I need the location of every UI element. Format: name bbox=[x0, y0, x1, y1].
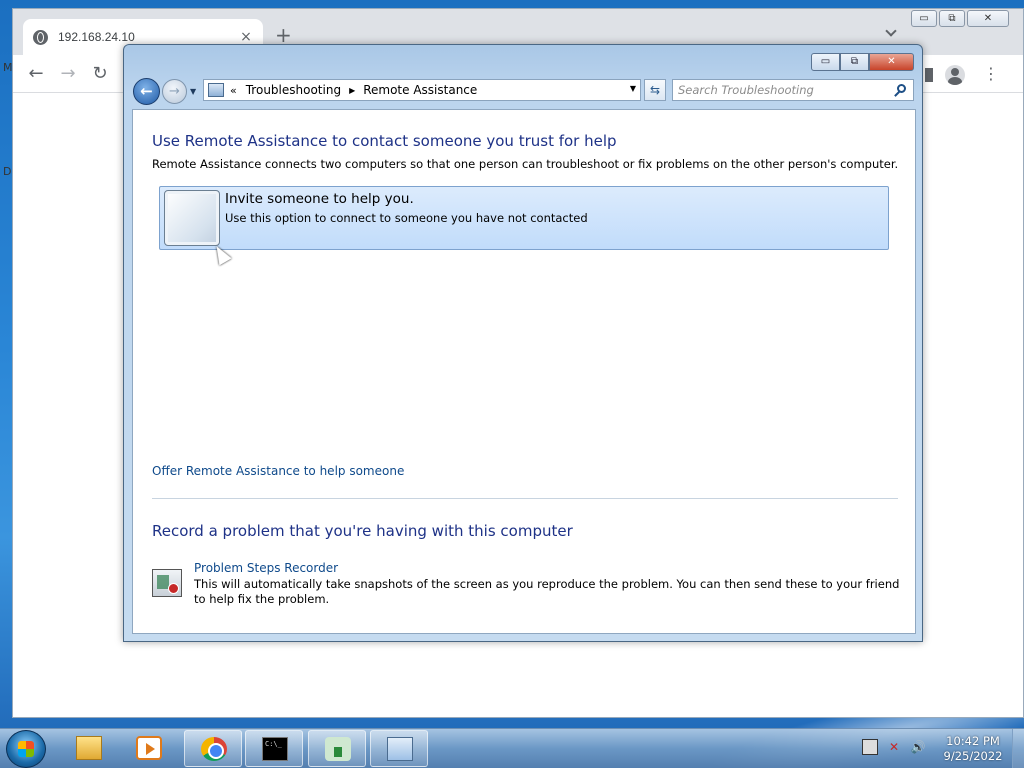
invite-option-title: Invite someone to help you. bbox=[225, 191, 414, 207]
action-center-flag-icon[interactable]: ✕ bbox=[886, 739, 902, 755]
address-dropdown-icon[interactable]: ▼ bbox=[630, 84, 636, 93]
record-problem-heading: Record a problem that you're having with… bbox=[152, 522, 573, 540]
start-button[interactable] bbox=[6, 730, 46, 768]
chrome-menu-icon[interactable]: ⋮ bbox=[983, 63, 999, 85]
system-tray: ✕ 🔊 bbox=[862, 739, 926, 755]
edge-letter: D bbox=[3, 165, 12, 178]
taskbar: ✕ 🔊 10:42 PM 9/25/2022 bbox=[0, 728, 1024, 768]
recent-pages-dropdown-icon[interactable]: ▼ bbox=[190, 87, 196, 96]
taskbar-item-media-player[interactable] bbox=[120, 730, 178, 767]
forward-button[interactable]: → bbox=[162, 79, 187, 104]
taskbar-item-control-panel[interactable] bbox=[370, 730, 428, 767]
forward-arrow-icon[interactable]: → bbox=[57, 63, 79, 85]
network-icon[interactable] bbox=[862, 739, 878, 755]
chrome-icon bbox=[201, 737, 227, 761]
taskbar-item-windows-explorer[interactable] bbox=[60, 730, 118, 767]
search-input[interactable] bbox=[678, 83, 888, 97]
invite-someone-option[interactable]: Invite someone to help you. Use this opt… bbox=[159, 186, 889, 250]
breadcrumb-remote-assistance[interactable]: Remote Assistance bbox=[360, 83, 480, 97]
reload-icon[interactable]: ↻ bbox=[89, 63, 111, 85]
search-icon[interactable] bbox=[897, 84, 906, 93]
folder-icon bbox=[76, 736, 102, 760]
breadcrumb-separator-icon[interactable]: ▶ bbox=[349, 86, 355, 95]
chrome-minimize-button[interactable]: ▭ bbox=[911, 10, 937, 27]
problem-steps-recorder-description: This will automatically take snapshots o… bbox=[194, 577, 900, 606]
chrome-close-button[interactable]: ✕ bbox=[967, 10, 1009, 27]
back-arrow-icon[interactable]: ← bbox=[25, 63, 47, 85]
cmd-icon bbox=[262, 737, 288, 761]
refresh-button[interactable]: ⇆ bbox=[644, 79, 666, 101]
problem-steps-recorder-link[interactable]: Problem Steps Recorder bbox=[194, 561, 338, 575]
page-title: Use Remote Assistance to contact someone… bbox=[152, 132, 617, 150]
gecko-icon bbox=[325, 737, 351, 761]
minimize-button[interactable]: ▭ bbox=[811, 53, 840, 71]
media-player-icon bbox=[136, 736, 162, 760]
explorer-window-controls: ▭ ⧉ ✕ bbox=[811, 53, 914, 71]
address-bar[interactable]: « Troubleshooting ▶ Remote Assistance ▼ bbox=[203, 79, 641, 101]
remote-assistance-window: ▭ ⧉ ✕ ← → ▼ « Troubleshooting ▶ Remote A… bbox=[123, 44, 923, 642]
invite-option-subtitle: Use this option to connect to someone yo… bbox=[225, 211, 588, 225]
back-button[interactable]: ← bbox=[133, 78, 160, 105]
profile-avatar-icon[interactable] bbox=[945, 65, 965, 85]
page-description: Remote Assistance connects two computers… bbox=[152, 157, 899, 171]
tab-search-chevron-icon[interactable] bbox=[885, 25, 897, 37]
clock[interactable]: 10:42 PM 9/25/2022 bbox=[938, 734, 1008, 764]
taskbar-item-gecko-app[interactable] bbox=[308, 730, 366, 767]
close-button[interactable]: ✕ bbox=[869, 53, 914, 71]
section-divider bbox=[152, 498, 898, 499]
control-panel-icon bbox=[208, 83, 224, 97]
edge-letter: M bbox=[3, 61, 13, 74]
offer-remote-assistance-link[interactable]: Offer Remote Assistance to help someone bbox=[152, 464, 404, 478]
control-panel-icon bbox=[387, 737, 413, 761]
globe-icon bbox=[33, 29, 48, 45]
breadcrumb-troubleshooting[interactable]: Troubleshooting bbox=[243, 83, 344, 97]
content-pane: Use Remote Assistance to contact someone… bbox=[132, 109, 916, 634]
tab-close-icon[interactable]: × bbox=[239, 29, 253, 45]
maximize-button[interactable]: ⧉ bbox=[840, 53, 869, 71]
invite-option-icon bbox=[164, 190, 220, 246]
address-overflow-chevron[interactable]: « bbox=[230, 84, 237, 97]
chrome-tab-title: 192.168.24.10 bbox=[58, 30, 135, 44]
chrome-maximize-button[interactable]: ⧉ bbox=[939, 10, 965, 27]
taskbar-item-command-prompt[interactable] bbox=[245, 730, 303, 767]
chrome-window-controls: ▭ ⧉ ✕ bbox=[911, 10, 1009, 27]
clock-date: 9/25/2022 bbox=[943, 749, 1003, 763]
taskbar-item-google-chrome[interactable] bbox=[184, 730, 242, 767]
extension-icon[interactable] bbox=[925, 68, 933, 82]
clock-time: 10:42 PM bbox=[946, 734, 1000, 748]
problem-steps-recorder-icon[interactable] bbox=[152, 569, 182, 597]
search-box bbox=[672, 79, 914, 101]
volume-icon[interactable]: 🔊 bbox=[910, 739, 926, 755]
show-desktop-button[interactable] bbox=[1012, 729, 1024, 768]
